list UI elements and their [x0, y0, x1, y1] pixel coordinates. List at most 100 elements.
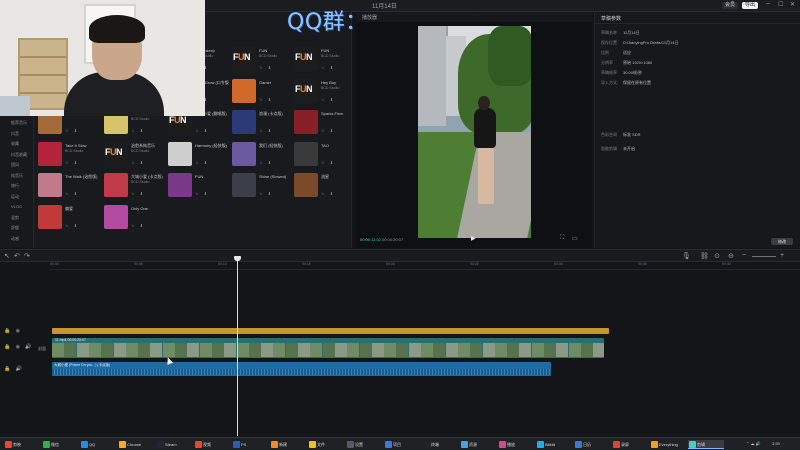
maximize-icon[interactable]: ☐: [778, 1, 783, 8]
music-card[interactable]: Sparks Flew ☆ ⬇: [294, 109, 351, 137]
music-card[interactable]: 我们 (轻快版) ☆ ⬇: [232, 141, 294, 169]
music-card[interactable]: TAO ☆ ⬇: [294, 141, 351, 169]
video-clip[interactable]: 11.mp4 00:00:20:07: [52, 338, 604, 358]
taskbar-app[interactable]: 文件: [308, 440, 344, 449]
taskbar-app[interactable]: 项目: [384, 440, 420, 449]
card-actions-icon[interactable]: ☆ ⬇: [321, 97, 335, 102]
playhead-handle[interactable]: [234, 256, 241, 261]
redo-icon[interactable]: ↷: [24, 252, 30, 260]
taskbar-app[interactable]: 日历: [574, 440, 610, 449]
card-actions-icon[interactable]: ☆ ⬇: [195, 191, 209, 196]
taskbar-app[interactable]: 视频: [194, 440, 230, 449]
video-preview[interactable]: [418, 26, 531, 238]
taskbar-app[interactable]: 资源: [460, 440, 496, 449]
sidebar-item[interactable]: VLOG: [11, 204, 22, 209]
taskbar-app[interactable]: 新建: [270, 440, 306, 449]
taskbar-app[interactable]: 剪映: [4, 440, 40, 449]
card-actions-icon[interactable]: ☆ ⬇: [259, 65, 273, 70]
card-actions-icon[interactable]: ☆ ⬇: [195, 128, 209, 133]
sidebar-item[interactable]: 纯音乐: [11, 173, 23, 179]
ratio-icon[interactable]: ▭: [572, 235, 578, 242]
audio-clip[interactable]: 大城小爱 (Power On you ..) (卡点版): [52, 362, 551, 376]
music-card[interactable]: The Walk (治愈版) ☆ ⬇: [38, 172, 100, 200]
preview-axis-icon[interactable]: ⊖: [728, 252, 734, 260]
link-icon[interactable]: ⛓: [700, 252, 709, 260]
sidebar-item[interactable]: 运动: [11, 194, 19, 200]
taskbar-app[interactable]: Steam: [156, 440, 192, 449]
sidebar-item[interactable]: 舒缓: [11, 225, 19, 231]
taskbar-app[interactable]: PS: [232, 440, 268, 449]
microphone-icon[interactable]: 🎙: [682, 252, 691, 260]
select-tool-icon[interactable]: ↖: [4, 252, 10, 260]
sidebar-item[interactable]: 动感: [11, 236, 19, 242]
taskbar-app[interactable]: 剪辑: [688, 440, 724, 449]
taskbar-app[interactable]: Everything: [650, 440, 686, 449]
taskbar-app[interactable]: 录屏: [612, 440, 648, 449]
card-actions-icon[interactable]: ☆ ⬇: [259, 160, 273, 165]
music-card[interactable]: Only One ☆ ⬇: [104, 204, 166, 232]
music-card[interactable]: Shine (Slowed) ☆ ⬇: [232, 172, 294, 200]
card-actions-icon[interactable]: ☆ ⬇: [65, 191, 79, 196]
zoom-slider[interactable]: [752, 256, 776, 257]
fullscreen-icon[interactable]: ⛶: [560, 235, 564, 242]
export-button[interactable]: 导出: [742, 2, 758, 9]
card-actions-icon[interactable]: ☆ ⬇: [259, 97, 273, 102]
zoom-in-icon[interactable]: +: [780, 252, 784, 259]
zoom-out-icon[interactable]: −: [742, 252, 746, 259]
card-actions-icon[interactable]: ☆ ⬇: [195, 160, 209, 165]
sidebar-item[interactable]: 国风: [11, 162, 19, 168]
card-actions-icon[interactable]: ☆ ⬇: [131, 191, 145, 196]
card-actions-icon[interactable]: ☆ ⬇: [321, 128, 335, 133]
taskbar-app[interactable]: 设置: [346, 440, 382, 449]
card-actions-icon[interactable]: ☆ ⬇: [131, 160, 145, 165]
close-icon[interactable]: ✕: [790, 1, 795, 8]
music-card[interactable]: FUN ☆ ⬇: [168, 172, 230, 200]
track-controls-video[interactable]: 🔒 ◉ 🔊: [4, 344, 34, 350]
undo-icon[interactable]: ↶: [14, 252, 20, 260]
music-card[interactable]: Take It Slow BCD Studio ☆ ⬇: [38, 141, 100, 169]
card-actions-icon[interactable]: ☆ ⬇: [131, 128, 145, 133]
card-actions-icon[interactable]: ☆ ⬇: [321, 65, 335, 70]
cover-label[interactable]: 封面: [38, 346, 46, 352]
minimize-icon[interactable]: ─: [766, 1, 770, 7]
card-actions-icon[interactable]: ☆ ⬇: [65, 128, 79, 133]
card-actions-icon[interactable]: ☆ ⬇: [259, 191, 273, 196]
text-clip[interactable]: [52, 328, 609, 334]
music-card[interactable]: 浪漫 (卡点版) ☆ ⬇: [232, 109, 294, 137]
taskbar-app[interactable]: QQ: [80, 440, 116, 449]
sidebar-item[interactable]: 混剪: [11, 215, 19, 221]
sidebar-item[interactable]: 收藏: [11, 141, 19, 147]
taskbar-app[interactable]: 播放: [498, 440, 534, 449]
track-controls-audio[interactable]: 🔒 🔊: [4, 366, 24, 372]
music-card[interactable]: 流星 ☆ ⬇: [294, 172, 351, 200]
member-button[interactable]: 会员: [722, 2, 738, 9]
snap-icon[interactable]: ⊙: [714, 252, 720, 260]
taskbar-app[interactable]: Bilibili: [536, 440, 572, 449]
time-ruler[interactable]: 00:00 00:05 00:10 00:15 00:20 00:25 00:30 00:35…: [50, 262, 800, 270]
play-icon[interactable]: ▶: [471, 235, 476, 242]
card-actions-icon[interactable]: ☆ ⬇: [65, 160, 79, 165]
music-card[interactable]: FUN Hey Boy BCD Studio ☆ ⬇: [294, 78, 351, 106]
taskbar-app[interactable]: 微信: [42, 440, 78, 449]
sidebar-item[interactable]: 旅行: [11, 183, 19, 189]
taskbar-app[interactable]: Chrome: [118, 440, 154, 449]
card-actions-icon[interactable]: ☆ ⬇: [321, 191, 335, 196]
music-card[interactable]: Gamer ☆ ⬇: [232, 78, 294, 106]
card-actions-icon[interactable]: ☆ ⬇: [65, 223, 79, 228]
sidebar-item[interactable]: 抖音收藏: [11, 152, 27, 158]
sidebar-item[interactable]: 推荐音乐: [11, 120, 27, 126]
playhead[interactable]: [237, 258, 238, 436]
music-card[interactable]: FUN 治愈系纯音乐 BCD Studio ☆ ⬇: [104, 141, 166, 169]
taskbar-app[interactable]: 终端: [422, 440, 458, 449]
music-card[interactable]: FUN FUN BCD Studio ☆ ⬇: [232, 46, 294, 74]
music-card[interactable]: 大城小爱 (卡点版) BCD Studio ☆ ⬇: [104, 172, 166, 200]
music-card[interactable]: Harmony (轻快版) ☆ ⬇: [168, 141, 230, 169]
track-controls-cover[interactable]: 🔒 ◉: [4, 328, 22, 334]
card-actions-icon[interactable]: ☆ ⬇: [259, 128, 273, 133]
card-actions-icon[interactable]: ☆ ⬇: [131, 223, 145, 228]
music-card[interactable]: 偏爱 ☆ ⬇: [38, 204, 100, 232]
music-card[interactable]: FUN FUN BCD Studio ☆ ⬇: [294, 46, 351, 74]
sidebar-item[interactable]: 抖音: [11, 131, 19, 137]
modify-button[interactable]: 修改: [771, 238, 793, 245]
card-actions-icon[interactable]: ☆ ⬇: [321, 160, 335, 165]
